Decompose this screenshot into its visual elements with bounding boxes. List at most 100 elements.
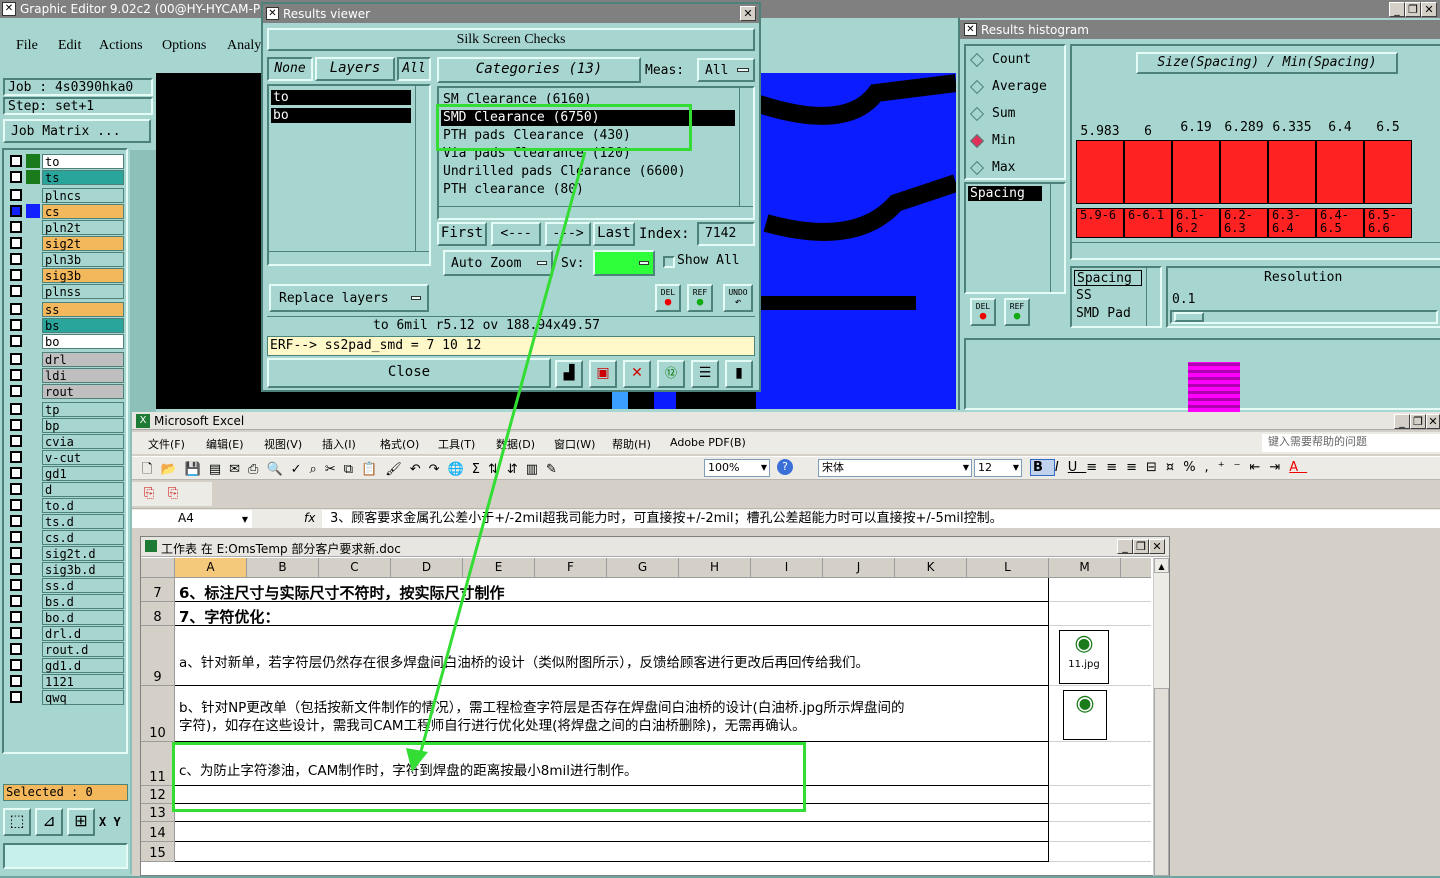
layer-row[interactable]: rout.d [8, 642, 124, 657]
aggregate-option[interactable]: Max [969, 158, 1064, 178]
column-header[interactable]: M [1049, 558, 1121, 577]
grid-tool-icon[interactable]: ⊞ [67, 808, 95, 836]
row-header[interactable]: 15 [141, 842, 175, 862]
column-m-cell[interactable] [1049, 822, 1151, 842]
category-item[interactable]: PTH clearance (80) [441, 182, 735, 198]
histogram-bar[interactable] [1364, 140, 1412, 204]
layer-checkbox[interactable] [10, 155, 22, 167]
permission-icon[interactable]: ▤ [209, 462, 229, 477]
column-header[interactable]: J [823, 558, 895, 577]
redo-icon[interactable]: ↷ [429, 462, 448, 477]
layer-row[interactable]: bo [8, 334, 124, 349]
column-m-cell[interactable] [1049, 842, 1151, 862]
layer-checkbox[interactable] [10, 285, 22, 297]
none-button[interactable]: None [267, 57, 313, 81]
layer-row[interactable]: ldi [8, 368, 124, 383]
layer-checkbox[interactable] [10, 579, 22, 591]
layer-row[interactable]: bs [8, 318, 124, 333]
layer-checkbox[interactable] [10, 451, 22, 463]
layer-row[interactable]: plnss [8, 284, 124, 299]
layer-row[interactable]: qwq [8, 690, 124, 705]
layer-row[interactable]: plncs [8, 188, 124, 203]
sheet-close-button[interactable]: ✕ [1149, 539, 1165, 554]
help-search-input[interactable]: 键入需要帮助的问题 [1262, 434, 1440, 452]
numbered-tool-icon[interactable]: ⑫ [657, 360, 685, 388]
scroll-up-arrow-icon[interactable]: ▲ [1154, 558, 1169, 573]
undo-icon[interactable]: ↶ [410, 462, 429, 477]
category-vscroll[interactable] [739, 88, 753, 206]
excel-menu-item[interactable]: 帮助(H) [612, 436, 651, 452]
layer-row[interactable]: cs.d [8, 530, 124, 545]
radio-diamond-icon[interactable] [969, 133, 985, 149]
row-header[interactable]: 12 [141, 786, 175, 804]
excel-restore-button[interactable]: ❐ [1410, 414, 1426, 429]
excel-menu-item[interactable]: 窗口(W) [554, 436, 595, 452]
font-size-select[interactable]: 12 ▼ [974, 459, 1022, 477]
index-field[interactable]: 7142 [697, 222, 755, 246]
category-item[interactable]: Undrilled pads Clearance (6600) [441, 164, 735, 180]
fx-icon[interactable]: fx [304, 511, 315, 525]
aggregate-option[interactable]: Sum [969, 104, 1064, 124]
ref-button[interactable]: REF ● [687, 284, 713, 312]
layer-row[interactable]: ss.d [8, 578, 124, 593]
maximize-button[interactable]: ❐ [1405, 2, 1421, 17]
layer-checkbox[interactable] [10, 189, 22, 201]
histogram-ref-button[interactable]: REF ● [1004, 298, 1030, 326]
categories-button[interactable]: Categories (13) [437, 57, 641, 83]
layer-checkbox[interactable] [10, 171, 22, 183]
row-header[interactable]: 9 [141, 626, 175, 686]
layer-checkbox[interactable] [10, 335, 22, 347]
layer-checkbox[interactable] [10, 435, 22, 447]
spell-icon[interactable]: ✓ [291, 462, 310, 477]
excel-close-button[interactable]: ✕ [1426, 414, 1440, 429]
zoom-select[interactable]: 100% ▼ [704, 459, 770, 477]
layer-checkbox[interactable] [10, 691, 22, 703]
column-header[interactable]: B [247, 558, 319, 577]
layer-row[interactable]: sig3b.d [8, 562, 124, 577]
column-m-cell[interactable] [1049, 742, 1151, 786]
excel-menu-item[interactable]: 文件(F) [148, 436, 185, 452]
align-left-icon[interactable]: ≡ [1086, 460, 1106, 475]
layer-checkbox[interactable] [10, 467, 22, 479]
layer-checkbox[interactable] [10, 563, 22, 575]
layer-row[interactable]: to.d [8, 498, 124, 513]
column-header[interactable]: G [607, 558, 679, 577]
histogram-bar[interactable] [1124, 140, 1172, 204]
bold-icon[interactable]: B [1030, 459, 1055, 476]
autosum-icon[interactable]: Σ [472, 462, 488, 477]
bar-chart-tool-icon[interactable]: ▮ [725, 360, 753, 388]
layer-checkbox[interactable] [10, 675, 22, 687]
column-m-cell[interactable] [1049, 804, 1151, 822]
layer-list-vscroll[interactable] [415, 86, 429, 251]
measure-item[interactable]: Spacing [1074, 270, 1142, 286]
del-button[interactable]: DEL ● [655, 284, 681, 312]
row-header[interactable]: 13 [141, 804, 175, 822]
close-button[interactable]: ✕ [1421, 2, 1437, 17]
measure-item[interactable]: SS [1074, 288, 1142, 304]
row-header[interactable]: 14 [141, 822, 175, 842]
layer-checkbox[interactable] [10, 269, 22, 281]
layer-row[interactable]: to [8, 154, 124, 169]
last-button[interactable]: Last [593, 222, 635, 246]
column-header[interactable]: F [535, 558, 607, 577]
pdf-email-icon[interactable]: ⎘ [168, 486, 178, 501]
table-row[interactable] [175, 842, 1049, 862]
layer-row[interactable]: d [8, 482, 124, 497]
layer-checkbox[interactable] [10, 403, 22, 415]
histogram-bar[interactable] [1316, 140, 1364, 204]
histogram-bar[interactable] [1172, 140, 1220, 204]
image-attachment-icon[interactable]: ◉ [1063, 690, 1107, 740]
replace-layers-dropdown[interactable]: Replace layers [269, 284, 429, 312]
aggregate-option[interactable]: Average [969, 77, 1064, 97]
measure-list-vscroll[interactable] [1146, 268, 1160, 326]
row-header[interactable]: 10 [141, 686, 175, 742]
layer-checkbox[interactable] [10, 483, 22, 495]
radio-diamond-icon[interactable] [969, 160, 985, 176]
menu-edit[interactable]: Edit [58, 38, 81, 54]
italic-icon[interactable]: I [1055, 460, 1068, 475]
layers-button[interactable]: Layers [315, 57, 395, 81]
resolution-slider[interactable] [1170, 310, 1438, 324]
layer-checkbox[interactable] [10, 353, 22, 365]
layer-row[interactable]: v-cut [8, 450, 124, 465]
table-row[interactable] [175, 602, 1049, 626]
